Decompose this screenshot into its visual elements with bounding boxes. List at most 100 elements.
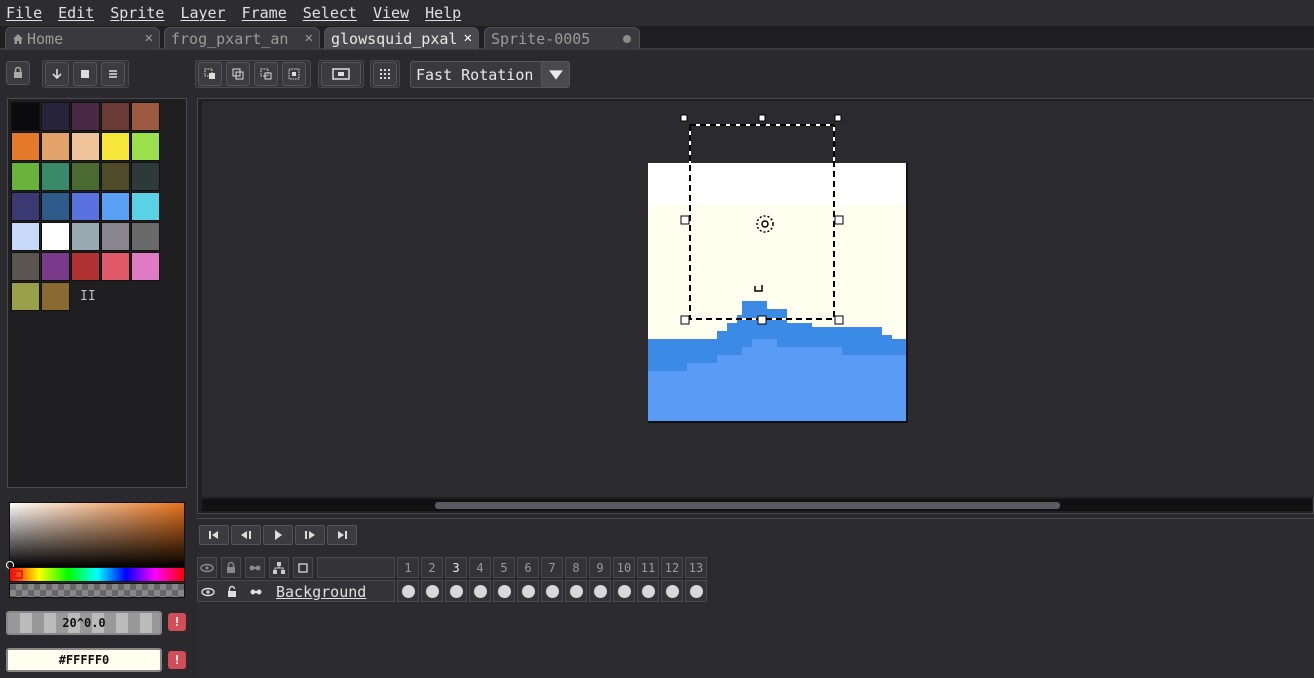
frame-header[interactable]: 10 [613, 557, 635, 578]
last-frame-button[interactable] [327, 525, 357, 545]
rotation-algorithm-dropdown[interactable]: Fast Rotation [410, 61, 570, 88]
palette-swatch[interactable] [41, 252, 70, 281]
frame-header[interactable]: 5 [493, 557, 515, 578]
palette-swatch[interactable] [11, 252, 40, 281]
palette-swatch[interactable] [11, 192, 40, 221]
menu-select[interactable]: Select [303, 4, 357, 22]
palette-swatch[interactable] [131, 102, 160, 131]
layer-row-background[interactable]: Background [197, 580, 395, 602]
cel[interactable] [541, 580, 563, 602]
link-icon[interactable] [249, 585, 263, 599]
palette-swatch[interactable] [101, 132, 130, 161]
menu-edit[interactable]: Edit [58, 4, 94, 22]
onion-skin-header[interactable] [293, 557, 313, 578]
palette-swatch[interactable] [41, 162, 70, 191]
palette-swatch[interactable] [101, 252, 130, 281]
palette-swatch[interactable] [41, 132, 70, 161]
saturation-value-picker[interactable] [6, 502, 185, 569]
frame-header[interactable]: 1 [397, 557, 419, 578]
background-color-field[interactable]: #FFFFF0 [6, 648, 162, 672]
eye-icon[interactable] [201, 585, 215, 599]
close-icon[interactable]: ✕ [464, 30, 472, 46]
palette-swatch[interactable] [41, 102, 70, 131]
subtract-selection-button[interactable] [254, 62, 278, 86]
intersect-selection-button[interactable] [282, 62, 306, 86]
pivot-button[interactable] [321, 62, 361, 86]
transparent-color-button[interactable] [373, 62, 397, 86]
palette-swatch[interactable] [41, 192, 70, 221]
menu-frame[interactable]: Frame [242, 4, 287, 22]
frame-header[interactable]: 8 [565, 557, 587, 578]
palette-swatch[interactable] [101, 222, 130, 251]
menu-layer[interactable]: Layer [180, 4, 225, 22]
palette-swatch[interactable] [131, 252, 160, 281]
previous-frame-button[interactable] [231, 525, 261, 545]
palette-swatch[interactable] [41, 222, 70, 251]
cel[interactable] [397, 580, 419, 602]
palette-swatch[interactable] [11, 162, 40, 191]
palette-swatch[interactable] [71, 132, 100, 161]
palette-swatch[interactable] [101, 192, 130, 221]
frame-header[interactable]: 13 [685, 557, 707, 578]
cel[interactable] [517, 580, 539, 602]
tab-home[interactable]: Home ✕ [5, 27, 160, 49]
foreground-warning-button[interactable]: ! [168, 613, 186, 631]
palette-swatch[interactable] [11, 222, 40, 251]
cel[interactable] [589, 580, 611, 602]
frame-header[interactable]: 6 [517, 557, 539, 578]
next-frame-button[interactable] [295, 525, 325, 545]
palette-swatch[interactable] [71, 222, 100, 251]
palette-swatch[interactable] [71, 252, 100, 281]
cel[interactable] [421, 580, 443, 602]
palette-swatch[interactable] [11, 132, 40, 161]
foreground-color-field[interactable]: 20^0.0 [6, 611, 162, 635]
toggle-lock-header[interactable] [221, 557, 241, 578]
unlock-icon[interactable] [225, 585, 239, 599]
cel[interactable] [685, 580, 707, 602]
toggle-visibility-header[interactable] [197, 557, 217, 578]
palette-swatch[interactable] [71, 162, 100, 191]
cel[interactable] [613, 580, 635, 602]
palette-menu-button[interactable] [101, 62, 125, 86]
palette-swatch[interactable] [101, 162, 130, 191]
toggle-continuous-header[interactable] [245, 557, 265, 578]
palette-swatch[interactable] [101, 102, 130, 131]
palette-swatch[interactable] [71, 102, 100, 131]
palette-swatch[interactable] [131, 162, 160, 191]
tab-sprite-0005[interactable]: Sprite-0005 [484, 27, 640, 49]
cel[interactable] [661, 580, 683, 602]
frame-header[interactable]: 12 [661, 557, 683, 578]
palette-swatch[interactable] [131, 192, 160, 221]
hue-slider[interactable] [9, 567, 185, 582]
tab-frog[interactable]: frog_pxart_an ✕ [164, 27, 320, 49]
palette-swatch[interactable] [41, 282, 70, 311]
canvas-viewport[interactable] [202, 101, 1314, 497]
palette-swatch[interactable] [71, 192, 100, 221]
tab-glowsquid[interactable]: glowsquid_pxal ✕ [324, 27, 479, 49]
palette-swatch[interactable] [131, 222, 160, 251]
horizontal-scrollbar[interactable] [202, 499, 1312, 511]
cel[interactable] [493, 580, 515, 602]
close-icon[interactable]: ✕ [145, 30, 153, 46]
background-warning-button[interactable]: ! [168, 651, 186, 669]
frame-header[interactable]: 11 [637, 557, 659, 578]
scrollbar-thumb[interactable] [435, 502, 1060, 509]
menu-view[interactable]: View [373, 4, 409, 22]
palette-swatch[interactable] [11, 102, 40, 131]
layer-groups-header[interactable] [269, 557, 289, 578]
cel[interactable] [637, 580, 659, 602]
alpha-slider[interactable] [9, 583, 185, 598]
frame-header[interactable]: 4 [469, 557, 491, 578]
frame-header[interactable]: 7 [541, 557, 563, 578]
hue-cursor[interactable] [14, 570, 23, 579]
frame-header[interactable]: 3 [445, 557, 467, 578]
frame-header[interactable]: 9 [589, 557, 611, 578]
sprite-canvas[interactable] [202, 101, 1314, 497]
menu-help[interactable]: Help [425, 4, 461, 22]
layer-name[interactable]: Background [276, 583, 366, 601]
add-selection-button[interactable] [226, 62, 250, 86]
menu-file[interactable]: File [6, 4, 42, 22]
close-icon[interactable]: ✕ [305, 30, 313, 46]
replace-selection-button[interactable] [198, 62, 222, 86]
cel[interactable] [469, 580, 491, 602]
